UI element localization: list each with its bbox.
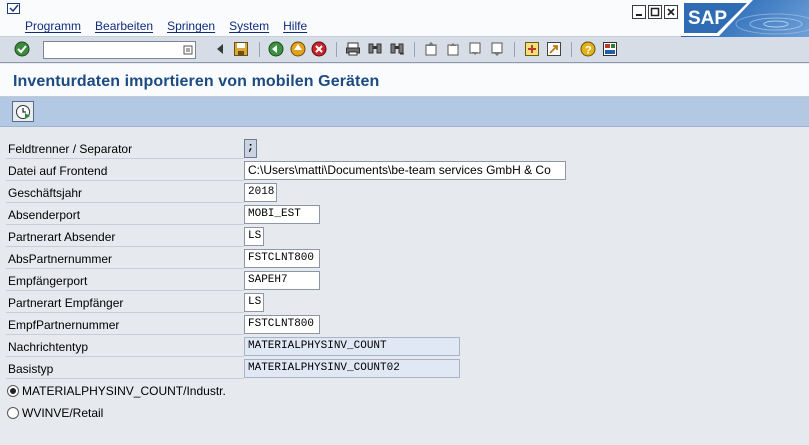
sender-partner-number-input[interactable]: FSTCLNT800	[244, 249, 320, 268]
minimize-button[interactable]	[632, 5, 646, 19]
next-page-icon[interactable]	[467, 41, 483, 57]
receiver-partner-number-input[interactable]: FSTCLNT800	[244, 315, 320, 334]
field-label-basic-type: Basistyp	[6, 358, 244, 379]
row-empfaengerport: Empfängerport SAPEH7	[6, 270, 464, 291]
message-type-field: MATERIALPHYSINV_COUNT	[244, 337, 460, 356]
field-label-fiscal-year: Geschäftsjahr	[6, 182, 244, 203]
svg-text:?: ?	[585, 45, 592, 57]
toolbar-separator	[571, 42, 572, 57]
minimize-icon	[636, 14, 642, 16]
row-nachrichtentyp: Nachrichtentyp MATERIALPHYSINV_COUNT	[6, 336, 464, 357]
menu-item-system[interactable]: System	[229, 19, 269, 33]
create-session-icon[interactable]	[524, 41, 540, 57]
row-abspartnernummer: AbsPartnernummer FSTCLNT800	[6, 248, 464, 269]
window-controls	[632, 5, 678, 19]
sap-branding-area: SAP	[681, 0, 809, 37]
title-bar: Inventurdaten importieren von mobilen Ge…	[0, 64, 809, 97]
file-path-input[interactable]: C:\Users\matti\Documents\be-team service…	[244, 161, 566, 180]
maximize-button[interactable]	[648, 5, 662, 19]
menu-item-hilfe[interactable]: Hilfe	[283, 19, 307, 33]
application-toolbar	[0, 97, 809, 127]
maximize-icon	[650, 7, 660, 17]
toolbar-separator	[336, 42, 337, 57]
last-page-icon[interactable]	[489, 41, 505, 57]
menu-item-springen[interactable]: Springen	[167, 19, 215, 33]
enter-checkmark-icon[interactable]	[14, 41, 30, 57]
shortcut-icon[interactable]	[546, 41, 562, 57]
receiver-partner-type-input[interactable]: LS	[244, 293, 264, 312]
sender-partner-type-input[interactable]: LS	[244, 227, 264, 246]
menu-item-programm[interactable]: Programm	[25, 19, 81, 33]
system-menu-icon[interactable]	[7, 3, 21, 15]
close-icon	[667, 8, 675, 16]
customize-layout-icon[interactable]	[602, 41, 618, 57]
command-field[interactable]	[43, 41, 196, 59]
save-icon[interactable]	[233, 41, 249, 57]
standard-toolbar: ?	[0, 37, 809, 63]
menu-item-bearbeiten[interactable]: Bearbeiten	[95, 19, 153, 33]
previous-page-icon[interactable]	[445, 41, 461, 57]
help-icon[interactable]: ?	[580, 41, 596, 57]
page-title: Inventurdaten importieren von mobilen Ge…	[13, 73, 380, 90]
expand-left-arrow-icon[interactable]	[212, 41, 228, 57]
separator-input[interactable]: ;	[244, 139, 257, 158]
row-geschaeftsjahr: Geschäftsjahr 2018	[6, 182, 464, 203]
field-label-receiver-partner-number: EmpfPartnernummer	[6, 314, 244, 335]
sender-port-input[interactable]: MOBI_EST	[244, 205, 320, 224]
field-label-sender-partner-number: AbsPartnernummer	[6, 248, 244, 269]
exit-icon[interactable]	[290, 41, 306, 57]
field-label-sender-port: Absenderport	[6, 204, 244, 225]
close-window-button[interactable]	[664, 5, 678, 19]
row-partnerart-empfaenger: Partnerart Empfänger LS	[6, 292, 464, 313]
sap-logo: SAP	[681, 0, 753, 36]
field-label-file: Datei auf Frontend	[6, 160, 244, 181]
fiscal-year-input[interactable]: 2018	[244, 183, 277, 202]
radio-button-unselected[interactable]	[7, 407, 19, 419]
back-icon[interactable]	[268, 41, 284, 57]
selection-screen: Feldtrenner / Separator ; Datei auf Fron…	[0, 127, 809, 445]
cancel-icon[interactable]	[311, 41, 327, 57]
find-icon[interactable]	[367, 41, 383, 57]
field-label-receiver-port: Empfängerport	[6, 270, 244, 291]
row-partnerart-absender: Partnerart Absender LS	[6, 226, 464, 247]
execute-button[interactable]	[12, 101, 34, 122]
print-icon[interactable]	[345, 41, 361, 57]
command-input[interactable]	[44, 42, 180, 58]
radio-label-retail: WVINVE/Retail	[22, 406, 104, 420]
toolbar-separator	[414, 42, 415, 57]
basic-type-field: MATERIALPHYSINV_COUNT02	[244, 359, 460, 378]
field-label-message-type: Nachrichtentyp	[6, 336, 244, 357]
command-history-icon[interactable]	[183, 45, 193, 55]
menu-bar: Programm Bearbeiten Springen System Hilf…	[0, 0, 809, 37]
sap-logo-text: SAP	[688, 8, 727, 29]
field-label-receiver-partner-type: Partnerart Empfänger	[6, 292, 244, 313]
first-page-icon[interactable]	[423, 41, 439, 57]
toolbar-separator	[514, 42, 515, 57]
row-basistyp: Basistyp MATERIALPHYSINV_COUNT02	[6, 358, 464, 379]
receiver-port-input[interactable]: SAPEH7	[244, 271, 320, 290]
toolbar-separator	[259, 42, 260, 57]
menu-items: Programm Bearbeiten Springen System Hilf…	[25, 19, 307, 33]
row-absenderport: Absenderport MOBI_EST	[6, 204, 464, 225]
find-next-icon[interactable]	[389, 41, 405, 57]
radio-label-industry: MATERIALPHYSINV_COUNT/Industr.	[22, 384, 226, 398]
radio-industry[interactable]: MATERIALPHYSINV_COUNT/Industr.	[7, 384, 226, 398]
row-feldtrenner: Feldtrenner / Separator ;	[6, 138, 464, 159]
field-label-sender-partner-type: Partnerart Absender	[6, 226, 244, 247]
execute-clock-icon	[16, 104, 30, 119]
row-empfpartnernummer: EmpfPartnernummer FSTCLNT800	[6, 314, 464, 335]
radio-button-selected[interactable]	[7, 385, 19, 397]
radio-retail[interactable]: WVINVE/Retail	[7, 406, 103, 420]
field-label-separator: Feldtrenner / Separator	[6, 138, 244, 159]
row-datei: Datei auf Frontend C:\Users\matti\Docume…	[6, 160, 566, 181]
